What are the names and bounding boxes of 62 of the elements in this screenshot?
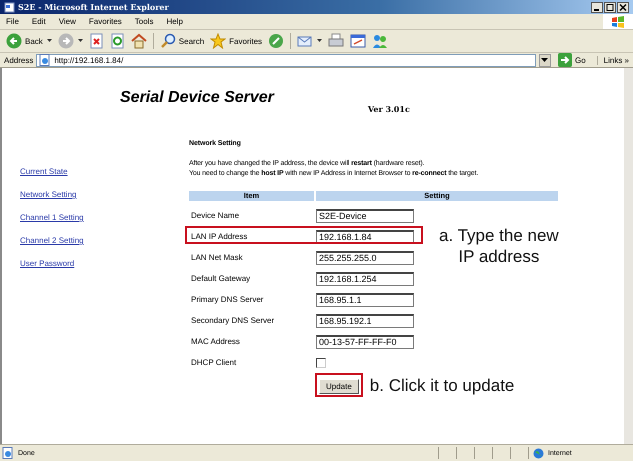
page-icon	[39, 54, 52, 66]
input-field[interactable]: 192.168.1.84	[316, 230, 414, 244]
menu-item[interactable]: File	[6, 17, 19, 26]
search-button[interactable]: Search	[160, 33, 204, 49]
update-button[interactable]: Update	[319, 379, 359, 394]
stop-icon[interactable]	[88, 33, 104, 49]
input-field[interactable]: 192.168.1.254	[316, 272, 414, 286]
version-label: Ver 3.01c	[368, 104, 410, 114]
input-field[interactable]: 168.95.192.1	[316, 314, 414, 328]
close-icon[interactable]	[617, 2, 629, 12]
field-label: Primary DNS Server	[190, 295, 264, 304]
printer-icon[interactable]	[328, 33, 344, 49]
input-field[interactable]: S2E-Device	[316, 208, 414, 222]
caret-icon[interactable]	[317, 39, 322, 43]
menu-item[interactable]: Tools	[134, 17, 154, 26]
caret-icon[interactable]	[78, 39, 83, 43]
globe-icon	[533, 448, 544, 458]
field-label: Device Name	[190, 211, 240, 220]
field-label: Secondary DNS Server	[190, 316, 276, 325]
home-icon[interactable]	[130, 33, 147, 49]
window-title: S2E - Microsoft Internet Explorer	[18, 2, 170, 12]
checkbox[interactable]	[316, 358, 326, 368]
favorites-button[interactable]: Favorites	[210, 33, 262, 49]
page-icon	[2, 447, 14, 459]
input-field[interactable]: 00-13-57-FF-FF-F0	[316, 334, 414, 348]
refresh-icon[interactable]	[110, 33, 125, 49]
media-icon[interactable]	[268, 33, 284, 49]
menu-item[interactable]: Favorites	[88, 17, 122, 26]
flag-icon	[611, 16, 625, 28]
caret-icon	[541, 58, 548, 62]
minimize-icon[interactable]	[591, 2, 603, 12]
address-label: Address	[4, 56, 34, 64]
field-label: Default Gateway	[190, 274, 252, 283]
menu-item[interactable]: View	[58, 17, 76, 26]
nav-link[interactable]: Channel 1 Setting	[20, 213, 189, 226]
input-field[interactable]: 168.95.1.1	[316, 292, 414, 306]
page-icon	[4, 2, 15, 12]
maximize-icon[interactable]	[604, 2, 616, 12]
go-button[interactable]: Go	[554, 53, 594, 67]
annotation-text: a. Type the new IP address	[439, 225, 559, 267]
field-label: LAN IP Address	[190, 232, 248, 241]
links-button[interactable]: Links »	[596, 56, 629, 64]
input-field[interactable]: 255.255.255.0	[316, 250, 414, 264]
page-heading: Serial Device Server	[120, 89, 274, 107]
nav-link[interactable]: User Password	[20, 259, 189, 272]
field-label: LAN Net Mask	[190, 253, 244, 262]
star-icon	[210, 33, 226, 49]
dropdown-button[interactable]	[538, 54, 551, 66]
field-label: MAC Address	[190, 337, 241, 346]
field-label: DHCP Client	[190, 358, 238, 367]
annotation-text: b. Click it to update	[370, 374, 514, 396]
people-icon[interactable]	[372, 33, 388, 49]
caret-icon[interactable]	[46, 39, 52, 43]
menu-item[interactable]: Edit	[32, 17, 46, 26]
address-field[interactable]: http://192.168.1.84/	[36, 54, 536, 66]
nav-link[interactable]: Network Setting	[20, 190, 189, 203]
nav-link[interactable]: Current State	[20, 167, 189, 180]
menu-item[interactable]: Help	[166, 17, 183, 26]
nav-link[interactable]: Channel 2 Setting	[20, 236, 189, 249]
back-button[interactable]: Back	[6, 33, 52, 49]
edit-icon[interactable]	[350, 33, 366, 49]
search-icon	[160, 33, 176, 49]
